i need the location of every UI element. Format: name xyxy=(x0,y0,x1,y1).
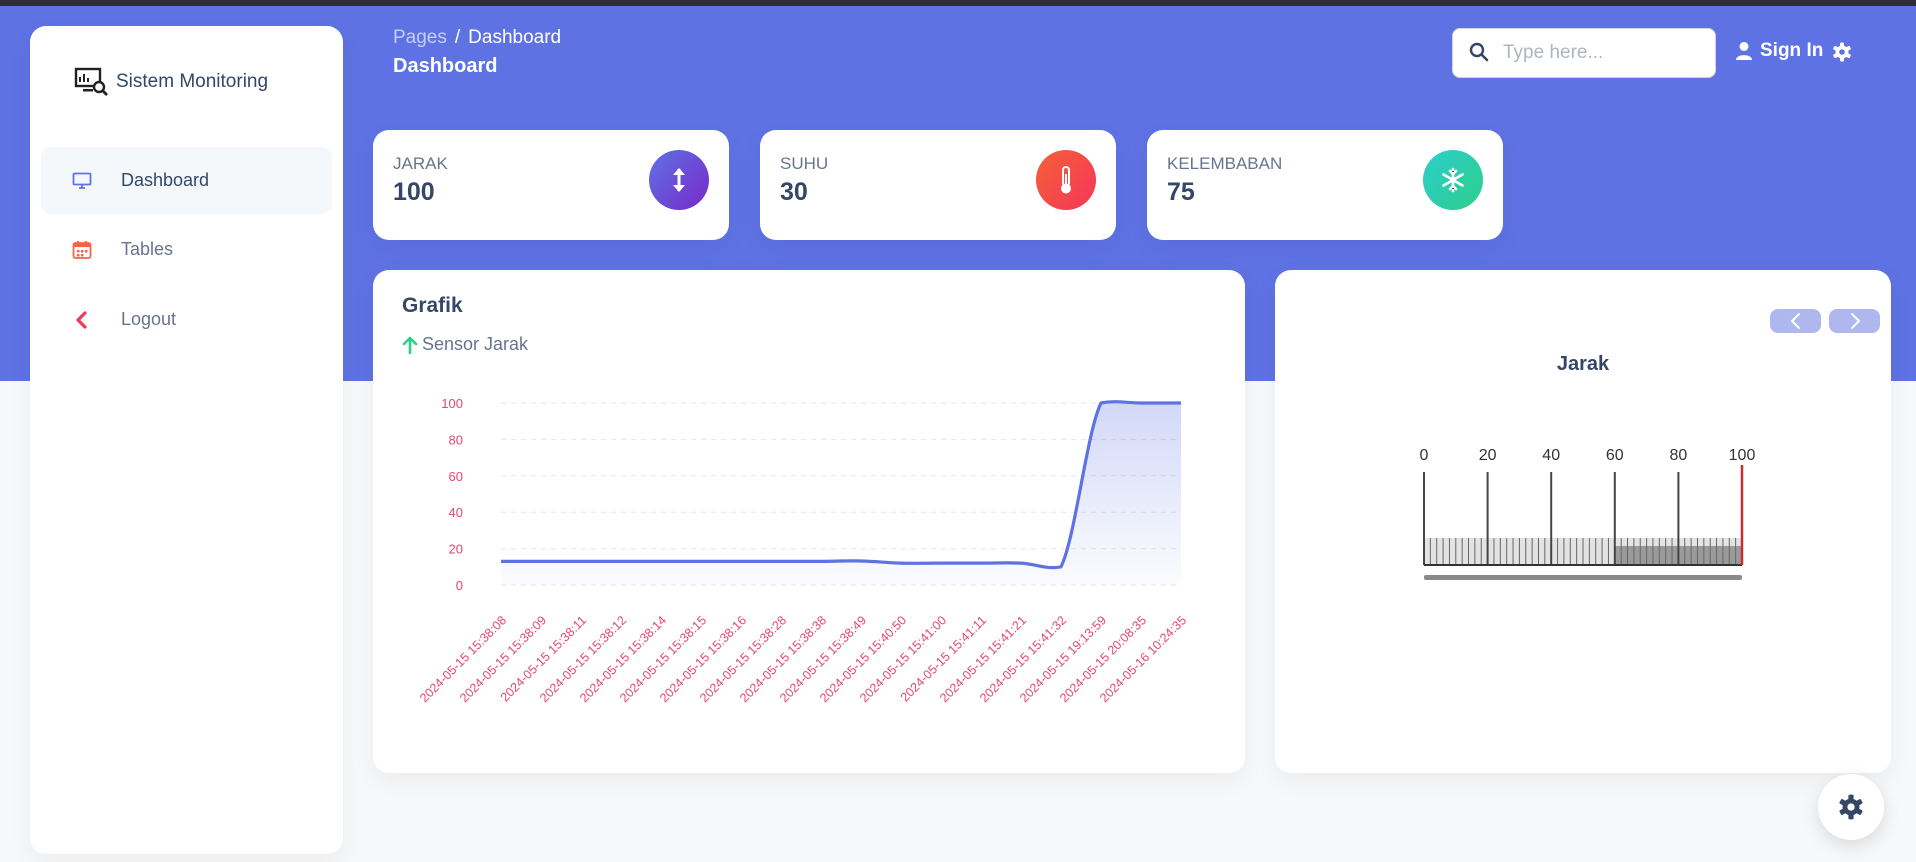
data-point xyxy=(739,559,743,563)
data-point xyxy=(779,559,783,563)
data-point xyxy=(539,559,543,563)
data-point xyxy=(939,561,943,565)
stat-card-suhu: SUHU 30 xyxy=(760,130,1116,240)
breadcrumb-current: Dashboard xyxy=(468,27,562,48)
sidebar-item-tables[interactable]: Tables xyxy=(41,216,332,283)
y-tick-label: 40 xyxy=(449,505,463,520)
chevron-left-icon xyxy=(71,309,93,331)
sidebar-item-label: Dashboard xyxy=(121,170,210,190)
sidebar-item-logout[interactable]: Logout xyxy=(41,286,332,353)
gear-icon xyxy=(1839,794,1863,820)
y-tick-label: 60 xyxy=(449,469,463,484)
gauge-tick-label: 80 xyxy=(1670,447,1688,464)
data-point xyxy=(979,561,983,565)
stat-card-kelembaban: KELEMBABAN 75 xyxy=(1147,130,1503,240)
y-tick-label: 100 xyxy=(441,396,463,411)
data-point xyxy=(819,559,823,563)
snowflake-icon xyxy=(1423,150,1483,210)
search-box[interactable] xyxy=(1452,28,1716,78)
linear-gauge: 0 20 40 60 80 100 xyxy=(1420,447,1756,580)
gauge-range-bar xyxy=(1424,575,1742,580)
configurator-button[interactable] xyxy=(1818,774,1884,840)
breadcrumb: Pages / Dashboard xyxy=(393,27,561,49)
monitor-search-icon xyxy=(74,66,108,98)
brand[interactable]: Sistem Monitoring xyxy=(74,62,268,102)
stat-value: 75 xyxy=(1167,178,1195,206)
data-point xyxy=(1179,401,1183,405)
stat-card-jarak: JARAK 100 xyxy=(373,130,729,240)
gauge-tick-label: 60 xyxy=(1606,447,1624,464)
stat-label: SUHU xyxy=(780,154,829,173)
gauge-tick-label: 0 xyxy=(1420,447,1429,464)
gauge-tick-label: 100 xyxy=(1729,447,1756,464)
brand-name: Sistem Monitoring xyxy=(116,71,269,92)
calendar-icon xyxy=(71,239,93,261)
data-point xyxy=(1139,401,1143,405)
breadcrumb-separator: / xyxy=(454,27,461,48)
data-point xyxy=(899,561,903,565)
sign-in-label: Sign In xyxy=(1760,40,1824,61)
data-point xyxy=(699,559,703,563)
sidebar: Sistem Monitoring Dashboard Tables Logou… xyxy=(30,26,343,854)
y-tick-label: 0 xyxy=(456,578,463,593)
data-point xyxy=(859,559,863,563)
search-icon xyxy=(1469,42,1491,64)
sidebar-item-label: Logout xyxy=(121,309,177,329)
data-point xyxy=(1099,401,1103,405)
data-point xyxy=(1059,565,1063,569)
y-tick-label: 80 xyxy=(449,432,463,447)
arrows-vertical-icon xyxy=(649,150,709,210)
stat-value: 100 xyxy=(393,178,435,206)
data-point xyxy=(499,559,503,563)
data-point xyxy=(579,559,583,563)
search-input[interactable] xyxy=(1503,42,1703,64)
sidebar-item-dashboard[interactable]: Dashboard xyxy=(41,147,332,214)
stat-label: JARAK xyxy=(393,154,448,173)
breadcrumb-root[interactable]: Pages xyxy=(393,27,447,48)
user-icon xyxy=(1735,41,1753,61)
monitor-icon xyxy=(71,170,93,192)
gauge-tick-label: 20 xyxy=(1479,447,1497,464)
settings-gear-icon[interactable] xyxy=(1832,42,1852,62)
data-point xyxy=(1019,561,1023,565)
data-point xyxy=(659,559,663,563)
chart-card: Grafik Sensor Jarak 0 20 40 60 80 100 2024-05-… xyxy=(373,270,1245,773)
sidebar-item-label: Tables xyxy=(121,239,174,259)
gauge-card: Jarak 0 20 40 60 80 100 xyxy=(1275,270,1891,773)
thermometer-icon xyxy=(1036,150,1096,210)
page-title: Dashboard xyxy=(393,55,498,77)
data-point xyxy=(619,559,623,563)
gauge-tick-label: 40 xyxy=(1542,447,1560,464)
sign-in-link[interactable]: Sign In xyxy=(1735,40,1823,62)
line-chart: 0204060801002024-05-15 15:38:082024-05-1… xyxy=(417,396,1189,705)
stat-label: KELEMBABAN xyxy=(1167,154,1283,173)
y-tick-label: 20 xyxy=(449,542,463,557)
stat-value: 30 xyxy=(780,178,808,206)
